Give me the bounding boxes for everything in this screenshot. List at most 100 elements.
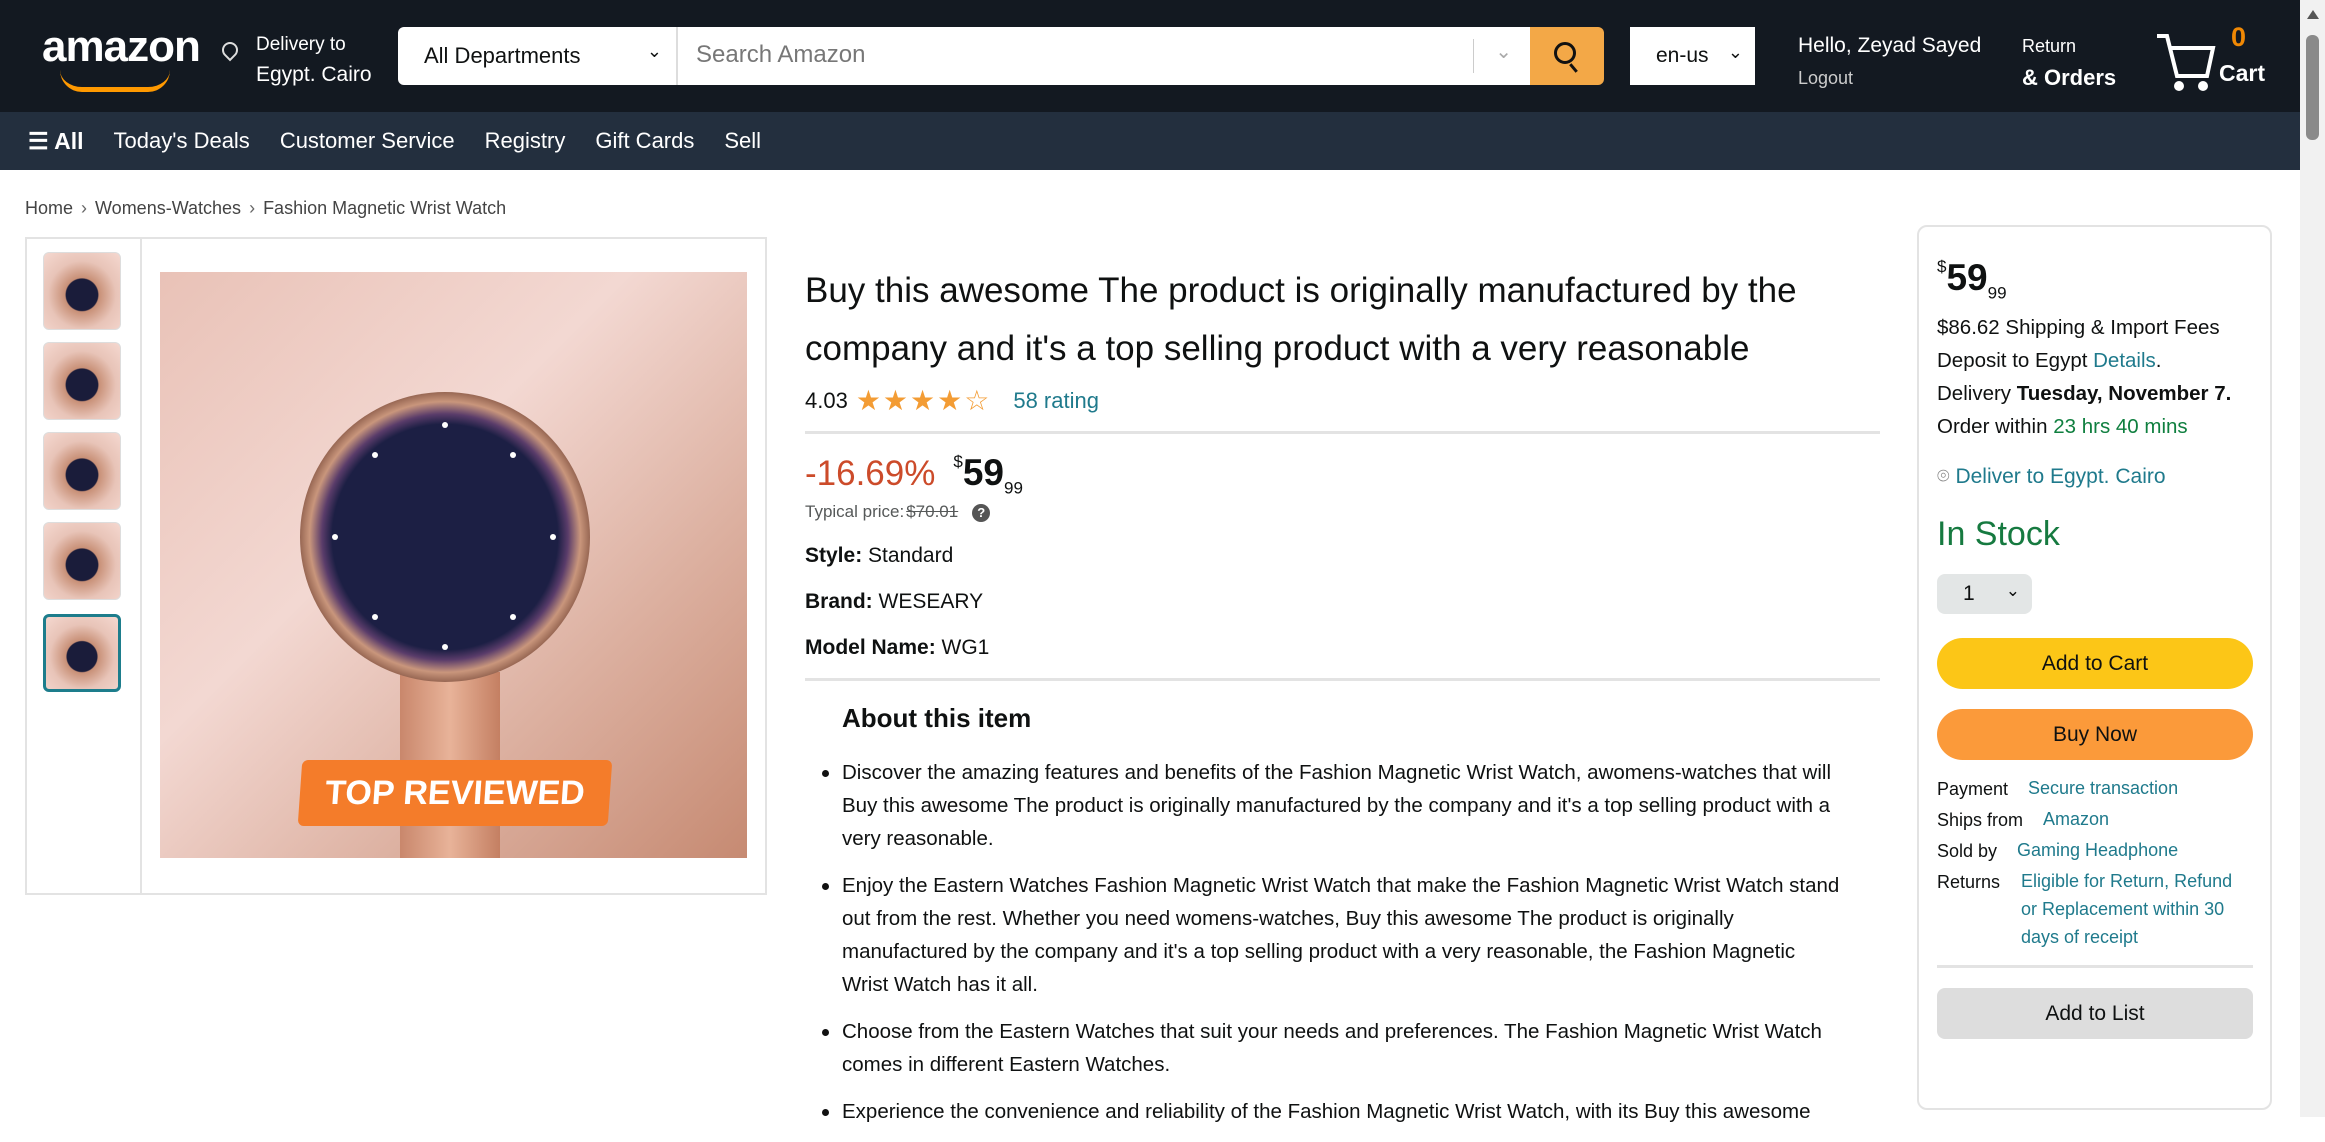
greeting: Hello, Zeyad Sayed — [1798, 34, 1982, 57]
divider — [805, 431, 1880, 434]
scrollbar-thumb[interactable] — [2306, 35, 2319, 140]
attr-label: Style: — [805, 544, 863, 568]
search-button[interactable] — [1530, 27, 1604, 85]
shipping-info: $86.62 Shipping & Import Fees Deposit to… — [1937, 316, 2232, 439]
chevron-down-icon: ⌄ — [1727, 42, 1743, 62]
currency: $ — [953, 452, 963, 471]
buybox-price: $5999 — [1937, 257, 2250, 303]
chevron-right-icon: › — [249, 198, 256, 218]
department-value: All Departments — [424, 43, 581, 68]
thumbnail[interactable] — [43, 252, 121, 330]
about-heading: About this item — [842, 703, 1032, 734]
delivery-label: Delivery to — [256, 34, 346, 55]
sold-by-link[interactable]: Gaming Headphone — [2017, 836, 2178, 867]
typical-price-value: $70.01 — [906, 502, 959, 522]
chevron-down-icon: ⌄ — [2005, 581, 2020, 601]
returns-label: Returns — [1937, 872, 2001, 893]
language-select[interactable]: en-us ⌄ — [1630, 27, 1755, 85]
attr-value: WESEARY — [878, 590, 984, 614]
order-within-label: Order within — [1937, 415, 2048, 439]
amazon-logo[interactable]: amazon — [42, 22, 201, 72]
logout-link[interactable]: Logout — [1798, 62, 1981, 94]
quantity-value: 1 — [1963, 582, 1975, 606]
bullet-item: Discover the amazing features and benefi… — [822, 756, 1842, 855]
deliver-to-text: Deliver to Egypt. Cairo — [1955, 465, 2166, 489]
price-whole: 59 — [962, 452, 1004, 493]
sold-by-label: Sold by — [1937, 841, 1998, 862]
divider — [1473, 39, 1474, 73]
returns-orders[interactable]: Return & Orders — [2022, 30, 2116, 95]
nav-bar: ☰ All Today's Deals Customer Service Reg… — [0, 112, 2300, 170]
nav-customer-service[interactable]: Customer Service — [280, 128, 455, 154]
typical-price: Typical price: $70.01? — [805, 502, 1880, 523]
watch-face — [300, 392, 590, 682]
breadcrumb: Home › Womens-Watches › Fashion Magnetic Wri… — [25, 198, 506, 219]
divider — [805, 678, 1880, 682]
rating-value: 4.03 — [805, 387, 848, 413]
attr-label: Brand: — [805, 590, 873, 614]
logo-smile-icon — [60, 70, 170, 92]
search-icon — [1554, 42, 1576, 64]
thumbnail[interactable] — [43, 342, 121, 420]
thumbnail[interactable] — [43, 432, 121, 510]
thumbnail[interactable] — [43, 522, 121, 600]
add-to-cart-button[interactable]: Add to Cart — [1937, 638, 2253, 690]
main-product-image[interactable]: TOP REVIEWED — [160, 272, 747, 858]
divider — [1937, 965, 2253, 969]
location-pin-icon: ⌾ — [1937, 465, 1950, 489]
rating-row: 4.03 ★★★★☆ 58 rating — [805, 384, 1880, 417]
nav-gift-cards[interactable]: Gift Cards — [595, 128, 694, 154]
style-attr: Style: Standard — [805, 544, 1880, 568]
returns-policy-link[interactable]: Eligible for Return, Refund or Replaceme… — [2021, 867, 2243, 951]
chevron-down-icon[interactable]: ⌄ — [1495, 39, 1512, 64]
breadcrumb-category[interactable]: Womens-Watches — [95, 198, 241, 218]
breadcrumb-product[interactable]: Fashion Magnetic Wrist Watch — [263, 198, 506, 218]
buy-box: $5999 $86.62 Shipping & Import Fees Depo… — [1917, 225, 2272, 1110]
chevron-down-icon: ⌄ — [646, 41, 662, 61]
payment-link[interactable]: Secure transaction — [2028, 774, 2178, 805]
delivery-label: Delivery — [1937, 382, 2012, 406]
nav-todays-deals[interactable]: Today's Deals — [114, 128, 250, 154]
search-placeholder: Search Amazon — [696, 41, 866, 68]
about-bullets: Discover the amazing features and benefi… — [822, 756, 1880, 1128]
thumbnail-list — [25, 237, 142, 895]
rating-count-link[interactable]: 58 rating — [1013, 388, 1099, 414]
add-to-list-button[interactable]: Add to List — [1937, 988, 2253, 1040]
attr-value: WG1 — [941, 636, 990, 660]
scrollbar[interactable] — [2300, 0, 2325, 1117]
search-input[interactable]: Search Amazon ⌄ — [678, 27, 1530, 85]
cart-label: Cart — [2219, 60, 2266, 86]
scroll-up-arrow-icon[interactable] — [2307, 10, 2319, 19]
chevron-right-icon: › — [81, 198, 88, 218]
deliver-to-link[interactable]: ⌾ Deliver to Egypt. Cairo — [1937, 465, 2250, 489]
discount-percent: -16.69% — [805, 454, 936, 493]
quantity-select[interactable]: 1 ⌄ — [1937, 574, 2032, 615]
top-reviewed-badge: TOP REVIEWED — [297, 760, 613, 826]
ships-from-label: Ships from — [1937, 810, 2024, 831]
bullet-item: Enjoy the Eastern Watches Fashion Magnet… — [822, 869, 1842, 1001]
department-select[interactable]: All Departments ⌄ — [398, 27, 678, 85]
breadcrumb-home[interactable]: Home — [25, 198, 73, 218]
price-whole: 59 — [1946, 257, 1988, 298]
cart-button[interactable]: 0 Cart — [2155, 22, 2270, 92]
help-icon[interactable]: ? — [972, 504, 991, 523]
language-value: en-us — [1656, 44, 1709, 67]
ships-from-value[interactable]: Amazon — [2043, 805, 2109, 836]
attr-label: Model Name: — [805, 636, 936, 660]
delivery-location[interactable]: Delivery to Egypt. Cairo — [256, 30, 372, 90]
payment-label: Payment — [1937, 779, 2009, 800]
shipping-text: $86.62 Shipping & Import Fees Deposit to… — [1937, 316, 2220, 373]
orders-label: & Orders — [2022, 65, 2117, 90]
details-link[interactable]: Details — [2093, 349, 2156, 372]
search-icon-handle — [1569, 63, 1578, 73]
bullet-item: Experience the convenience and reliabili… — [822, 1095, 1842, 1128]
all-menu-button[interactable]: ☰ All — [28, 128, 84, 155]
nav-registry[interactable]: Registry — [485, 128, 566, 154]
price-fraction: 99 — [1987, 283, 2007, 303]
price-row: -16.69% $5999 — [805, 452, 1880, 498]
buy-now-button[interactable]: Buy Now — [1937, 709, 2253, 761]
nav-sell[interactable]: Sell — [724, 128, 761, 154]
thumbnail-selected[interactable] — [43, 614, 121, 692]
account-menu[interactable]: Hello, Zeyad Sayed Logout — [1798, 30, 1981, 94]
product-details: Buy this awesome The product is original… — [805, 262, 1880, 1142]
